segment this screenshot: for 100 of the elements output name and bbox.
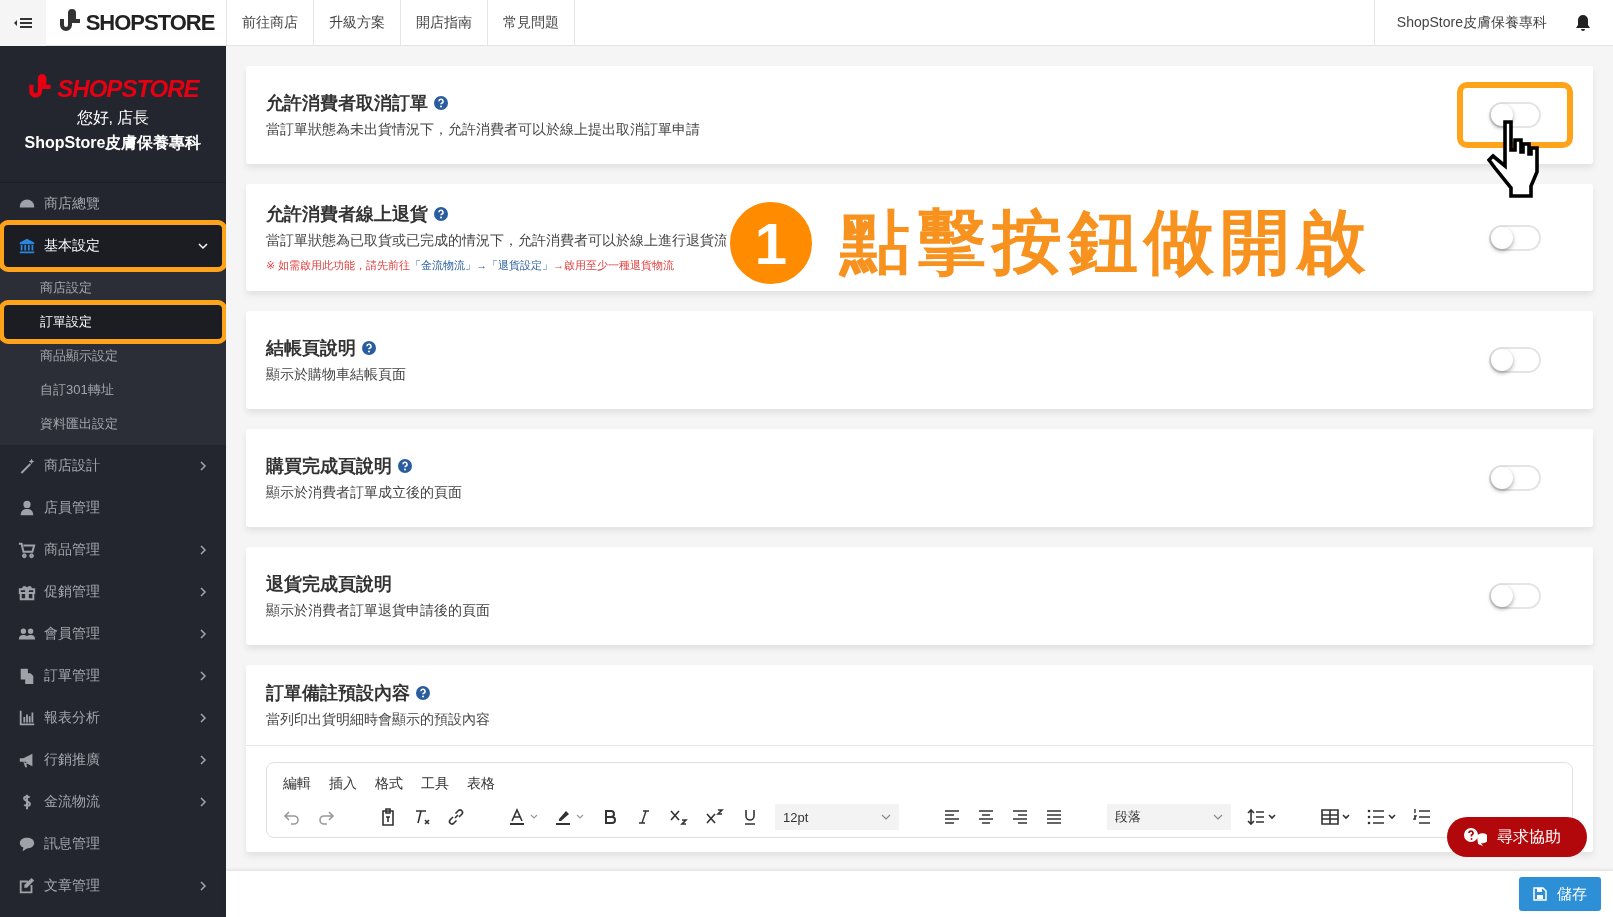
editor-menu-item[interactable]: 工具 bbox=[421, 775, 449, 793]
pencil-icon bbox=[18, 877, 36, 895]
help-icon[interactable] bbox=[362, 341, 376, 355]
toggle-switch[interactable] bbox=[1489, 583, 1541, 609]
setting-title: 購買完成頁說明 bbox=[266, 455, 392, 478]
nav-link[interactable]: 開店指南 bbox=[401, 0, 488, 46]
setting-description: 當訂單狀態為已取貨或已完成的情況下，允許消費者可以於線上進行退貨流 bbox=[266, 232, 729, 250]
cart-icon bbox=[18, 541, 36, 559]
toggle-switch[interactable] bbox=[1489, 347, 1541, 373]
editor-menu-item[interactable]: 格式 bbox=[375, 775, 403, 793]
chat-icon bbox=[18, 835, 36, 853]
brand-logo: SHOPSTORE bbox=[57, 75, 199, 103]
caret-icon bbox=[881, 812, 891, 822]
help-icon[interactable] bbox=[434, 96, 448, 110]
bell-icon[interactable] bbox=[1575, 13, 1591, 32]
link-icon[interactable] bbox=[447, 808, 465, 826]
toggle-switch[interactable] bbox=[1489, 102, 1541, 128]
help-icon[interactable] bbox=[398, 459, 412, 473]
store-name[interactable]: ShopStore皮膚保養專科 bbox=[1373, 0, 1569, 46]
chevron-right-icon bbox=[198, 587, 208, 597]
chevron-right-icon bbox=[198, 713, 208, 723]
setting-description: 當列印出貨明細時會顯示的預設內容 bbox=[266, 711, 491, 729]
help-icon[interactable] bbox=[416, 686, 430, 700]
setting-description: 顯示於消費者訂單成立後的頁面 bbox=[266, 484, 463, 502]
wand-icon bbox=[18, 457, 36, 475]
setting-description: 顯示於購物車結帳頁面 bbox=[266, 366, 407, 384]
line-height-icon[interactable] bbox=[1247, 808, 1277, 826]
chevron-right-icon bbox=[198, 545, 208, 555]
clear-format-icon[interactable] bbox=[413, 808, 431, 826]
setting-description: 顯示於消費者訂單退貨申請後的頁面 bbox=[266, 602, 491, 620]
greeting: 您好, 店長 bbox=[76, 108, 150, 128]
block-format-select[interactable]: 段落 bbox=[1107, 804, 1231, 830]
chevron-right-icon bbox=[198, 671, 208, 681]
paste-icon[interactable] bbox=[379, 808, 397, 826]
help-button[interactable]: 尋求協助 bbox=[1447, 817, 1587, 857]
nav-link[interactable]: 升級方案 bbox=[314, 0, 401, 46]
submenu-item[interactable]: 商品顯示設定 bbox=[4, 339, 222, 373]
sidebar-item[interactable]: 店員管理 bbox=[4, 487, 222, 529]
sidebar-item[interactable]: 訊息管理 bbox=[4, 823, 222, 865]
menu-icon bbox=[13, 16, 33, 29]
align-icon[interactable] bbox=[977, 808, 995, 826]
undo-icon[interactable] bbox=[283, 808, 301, 826]
sidebar-item[interactable]: 商店設計 bbox=[4, 445, 222, 487]
subscript-icon[interactable] bbox=[669, 808, 689, 826]
sidebar-item[interactable]: 金流物流 bbox=[4, 781, 222, 823]
chevron-right-icon bbox=[198, 461, 208, 471]
editor-menu-item[interactable]: 插入 bbox=[329, 775, 357, 793]
bar-chart-icon bbox=[18, 709, 36, 727]
sidebar-toggle-button[interactable] bbox=[0, 0, 46, 46]
editor-menu-item[interactable]: 表格 bbox=[467, 775, 495, 793]
documents-icon bbox=[18, 667, 36, 685]
nav-link[interactable]: 常見問題 bbox=[488, 0, 575, 46]
submenu-item[interactable]: 自訂301轉址 bbox=[4, 373, 222, 407]
sidebar-item[interactable]: 訂單管理 bbox=[4, 655, 222, 697]
chevron-right-icon bbox=[198, 629, 208, 639]
chevron-right-icon bbox=[198, 755, 208, 765]
editor-menu-item[interactable]: 編輯 bbox=[283, 775, 311, 793]
setting-title: 結帳頁說明 bbox=[266, 337, 356, 360]
setting-title: 退貨完成頁說明 bbox=[266, 573, 392, 596]
setting-title: 允許消費者線上退貨 bbox=[266, 203, 428, 226]
chevron-right-icon bbox=[198, 881, 208, 891]
gift-icon bbox=[18, 583, 36, 601]
align-icon[interactable] bbox=[1045, 808, 1063, 826]
submenu-item[interactable]: 資料匯出設定 bbox=[4, 407, 222, 441]
superscript-icon[interactable] bbox=[705, 808, 725, 826]
text-color-icon[interactable] bbox=[509, 808, 539, 826]
toggle-switch[interactable] bbox=[1489, 224, 1541, 251]
redo-icon[interactable] bbox=[317, 808, 335, 826]
highlighter-icon[interactable] bbox=[555, 808, 585, 826]
chevron-right-icon bbox=[198, 797, 208, 807]
sidebar-item[interactable]: 會員管理 bbox=[4, 613, 222, 655]
caret-icon bbox=[1213, 812, 1223, 822]
toggle-switch[interactable] bbox=[1489, 465, 1541, 491]
nav-link[interactable]: 前往商店 bbox=[227, 0, 314, 46]
annotation-text: 點擊按鈕做開啟 bbox=[840, 202, 1372, 283]
numbered-list-icon[interactable] bbox=[1413, 808, 1431, 826]
person-icon bbox=[18, 499, 36, 517]
sidebar-item[interactable]: 商店總覽 bbox=[4, 183, 222, 225]
help-icon[interactable] bbox=[434, 207, 448, 221]
bullet-list-icon[interactable] bbox=[1367, 808, 1397, 826]
align-icon[interactable] bbox=[1011, 808, 1029, 826]
sidebar-item[interactable]: 促銷管理 bbox=[4, 571, 222, 613]
setting-description: 當訂單狀態為未出貨情況下，允許消費者可以於線上提出取消訂單申請 bbox=[266, 121, 701, 139]
submenu-item[interactable]: 商店設定 bbox=[4, 271, 222, 305]
font-size-select[interactable]: 12pt bbox=[775, 804, 899, 830]
chat-question-icon bbox=[1463, 827, 1487, 847]
sidebar-item[interactable]: 報表分析 bbox=[4, 697, 222, 739]
save-button[interactable]: 儲存 bbox=[1519, 877, 1601, 911]
sidebar-item[interactable]: 商品管理 bbox=[4, 529, 222, 571]
sidebar-item[interactable]: 文章管理 bbox=[4, 865, 222, 907]
store-name: ShopStore皮膚保養專科 bbox=[24, 133, 202, 153]
setting-title: 允許消費者取消訂單 bbox=[266, 92, 428, 115]
setting-note: ※ 如需啟用此功能，請先前往「金流物流」→「退貨設定」→啟用至少一種退貨物流 bbox=[266, 258, 676, 273]
setting-title: 訂單備註預設內容 bbox=[266, 682, 410, 705]
align-icon[interactable] bbox=[943, 808, 961, 826]
sidebar-item[interactable]: 行銷推廣 bbox=[4, 739, 222, 781]
logo[interactable]: SHOPSTORE bbox=[85, 9, 215, 36]
table-icon[interactable] bbox=[1321, 808, 1351, 826]
chevron-down-icon bbox=[198, 241, 208, 251]
bank-icon bbox=[18, 237, 36, 255]
